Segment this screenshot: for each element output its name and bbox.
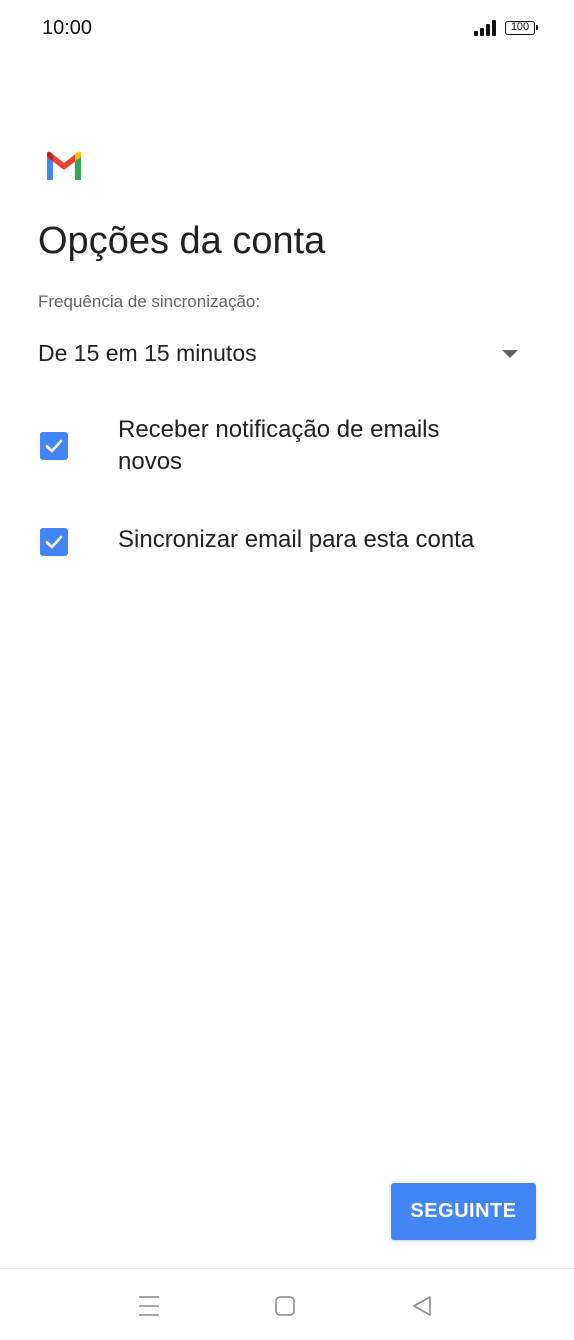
page-title: Opções da conta (38, 220, 326, 262)
battery-icon: 100 (505, 21, 538, 35)
checkmark-icon (45, 439, 63, 453)
gmail-logo-icon (44, 150, 84, 182)
sync-email-option[interactable]: Sincronizar email para esta conta (38, 524, 518, 560)
sync-email-checkbox[interactable] (40, 528, 68, 556)
notify-new-emails-checkbox[interactable] (40, 432, 68, 460)
checkmark-icon (45, 535, 63, 549)
navigation-bar (0, 1268, 574, 1340)
notify-new-emails-label: Receber notificação de emails novos (118, 416, 440, 475)
notify-new-emails-option[interactable]: Receber notificação de emails novos (38, 414, 518, 478)
signal-icon (474, 20, 498, 36)
sync-frequency-dropdown[interactable]: De 15 em 15 minutos (38, 334, 528, 376)
sync-email-label: Sincronizar email para esta conta (118, 526, 475, 553)
menu-icon[interactable] (134, 1291, 164, 1321)
status-bar: 10:00 100 (0, 0, 574, 56)
sync-frequency-value: De 15 em 15 minutos (38, 340, 257, 366)
next-button[interactable]: SEGUINTE (391, 1183, 536, 1240)
status-time: 10:00 (42, 17, 93, 39)
home-icon[interactable] (270, 1291, 300, 1321)
battery-level: 100 (510, 21, 530, 33)
sync-frequency-label: Frequência de sincronização: (38, 292, 261, 311)
dropdown-arrow-icon (502, 350, 518, 358)
back-icon[interactable] (407, 1291, 437, 1321)
